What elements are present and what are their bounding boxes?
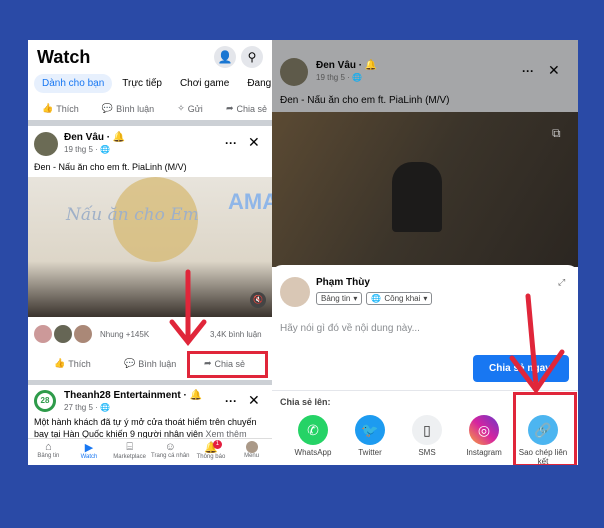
annotation-arrows: [169, 269, 565, 395]
tutorial-panel: Watch 👤 ⚲ Dành cho bạn Trực tiếp Chơi ga…: [28, 40, 578, 465]
arrow-to-copy-link: [525, 293, 539, 388]
